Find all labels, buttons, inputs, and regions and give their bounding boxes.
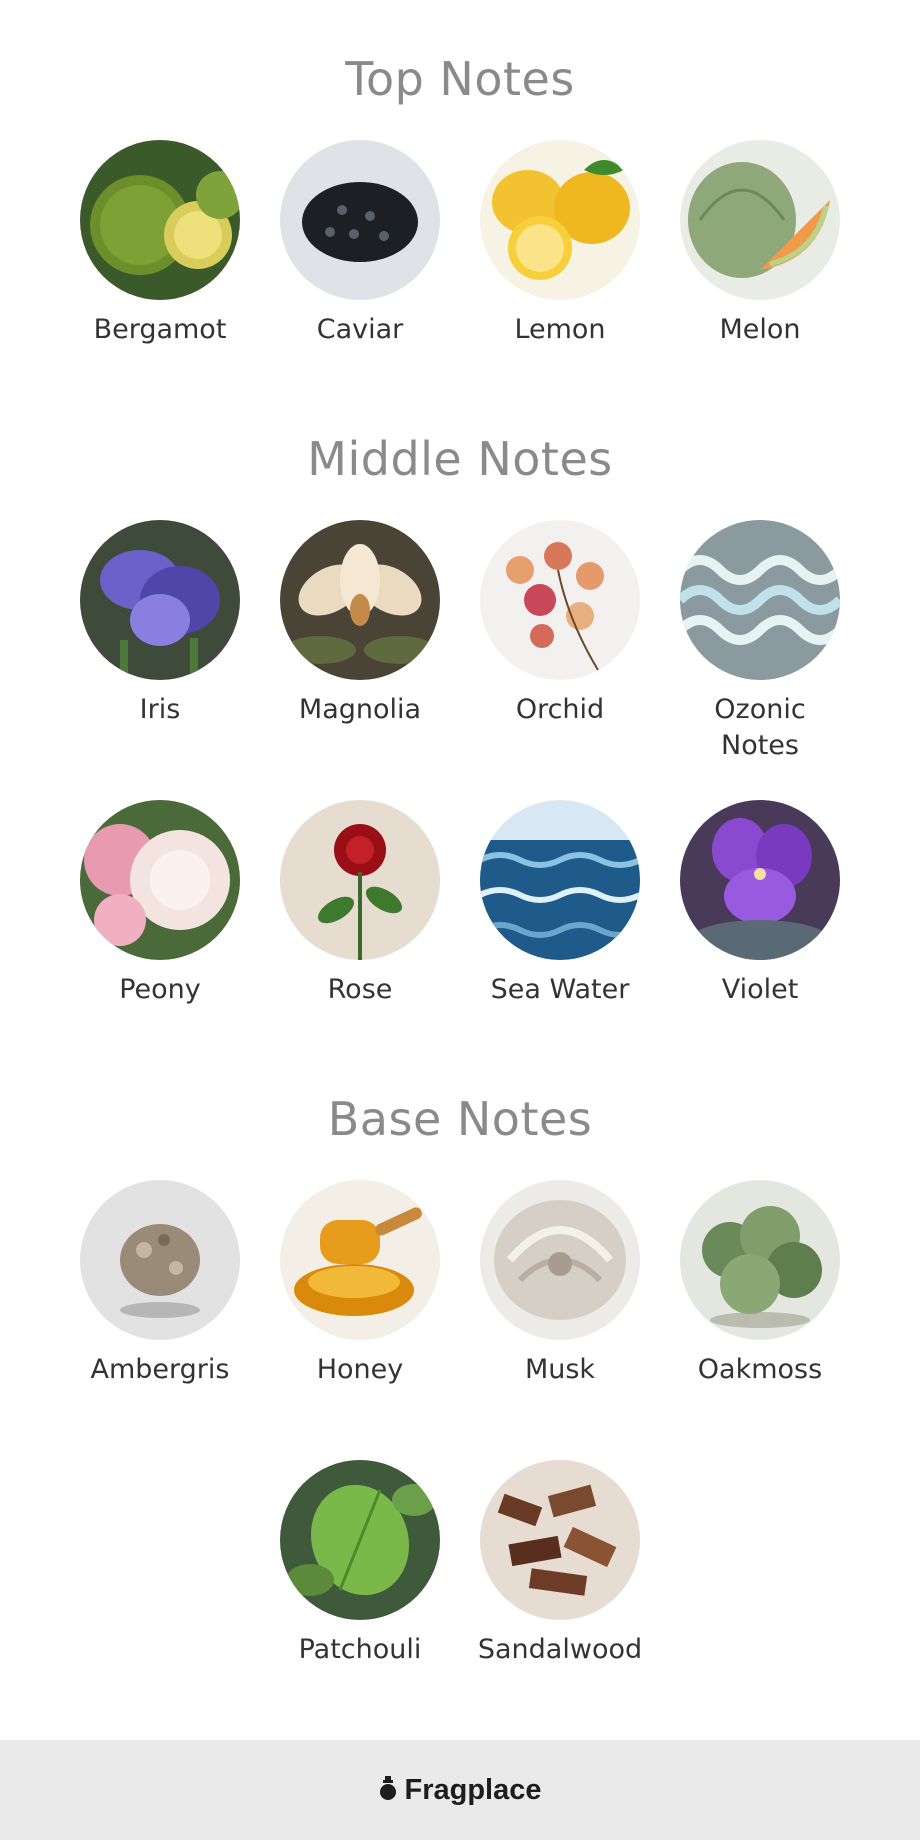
note-caviar[interactable]: Caviar	[260, 140, 460, 348]
sandalwood-image	[480, 1460, 640, 1620]
note-oakmoss[interactable]: Oakmoss	[660, 1180, 860, 1388]
ambergris-image	[80, 1180, 240, 1340]
note-lemon[interactable]: Lemon	[460, 140, 660, 348]
footer: Fragplace	[0, 1740, 920, 1840]
note-label: Sea Water	[490, 974, 630, 1005]
note-label: Ozonic Notes	[714, 694, 806, 761]
note-patchouli[interactable]: Patchouli	[260, 1460, 460, 1668]
note-label: Musk	[524, 1354, 596, 1385]
melon-image	[680, 140, 840, 300]
note-ozonic[interactable]: Ozonic Notes	[660, 520, 860, 764]
honey-image	[280, 1180, 440, 1340]
top-notes-title: Top Notes	[345, 52, 575, 106]
brand-link[interactable]: Fragplace	[379, 1774, 542, 1807]
note-rose[interactable]: Rose	[260, 800, 460, 1008]
ozonic-notes-image	[680, 520, 840, 680]
note-label: Orchid	[515, 694, 605, 725]
patchouli-image	[280, 1460, 440, 1620]
note-melon[interactable]: Melon	[660, 140, 860, 348]
violet-image	[680, 800, 840, 960]
note-bergamot[interactable]: Bergamot	[60, 140, 260, 348]
orchid-image	[480, 520, 640, 680]
note-label: Sandalwood	[477, 1634, 643, 1665]
sea-water-image	[480, 800, 640, 960]
base-notes-title: Base Notes	[327, 1092, 593, 1146]
note-musk[interactable]: Musk	[460, 1180, 660, 1388]
iris-image	[80, 520, 240, 680]
note-ambergris[interactable]: Ambergris	[60, 1180, 260, 1388]
oakmoss-image	[680, 1180, 840, 1340]
note-label: Rose	[327, 974, 393, 1005]
note-label: Magnolia	[298, 694, 422, 725]
note-label: Honey	[316, 1354, 404, 1385]
note-violet[interactable]: Violet	[660, 800, 860, 1008]
brand-name: Fragplace	[404, 1773, 542, 1806]
note-peony[interactable]: Peony	[60, 800, 260, 1008]
note-sea-water[interactable]: Sea Water	[460, 800, 660, 1008]
note-magnolia[interactable]: Magnolia	[260, 520, 460, 728]
note-label: Oakmoss	[697, 1354, 823, 1385]
caviar-image	[280, 140, 440, 300]
rose-image	[280, 800, 440, 960]
note-label: Melon	[719, 314, 801, 345]
middle-notes-title: Middle Notes	[307, 432, 613, 486]
magnolia-image	[280, 520, 440, 680]
note-label: Iris	[139, 694, 181, 725]
note-label: Ambergris	[90, 1354, 230, 1385]
note-label: Lemon	[514, 314, 606, 345]
perfume-bottle-icon	[379, 1775, 397, 1805]
note-orchid[interactable]: Orchid	[460, 520, 660, 728]
note-label: Caviar	[316, 314, 404, 345]
note-iris[interactable]: Iris	[60, 520, 260, 728]
note-label: Patchouli	[298, 1634, 422, 1665]
note-label: Peony	[119, 974, 201, 1005]
note-label: Bergamot	[93, 314, 227, 345]
lemon-image	[480, 140, 640, 300]
bergamot-image	[80, 140, 240, 300]
musk-image	[480, 1180, 640, 1340]
note-sandalwood[interactable]: Sandalwood	[460, 1460, 660, 1668]
note-honey[interactable]: Honey	[260, 1180, 460, 1388]
note-label: Violet	[721, 974, 799, 1005]
peony-image	[80, 800, 240, 960]
